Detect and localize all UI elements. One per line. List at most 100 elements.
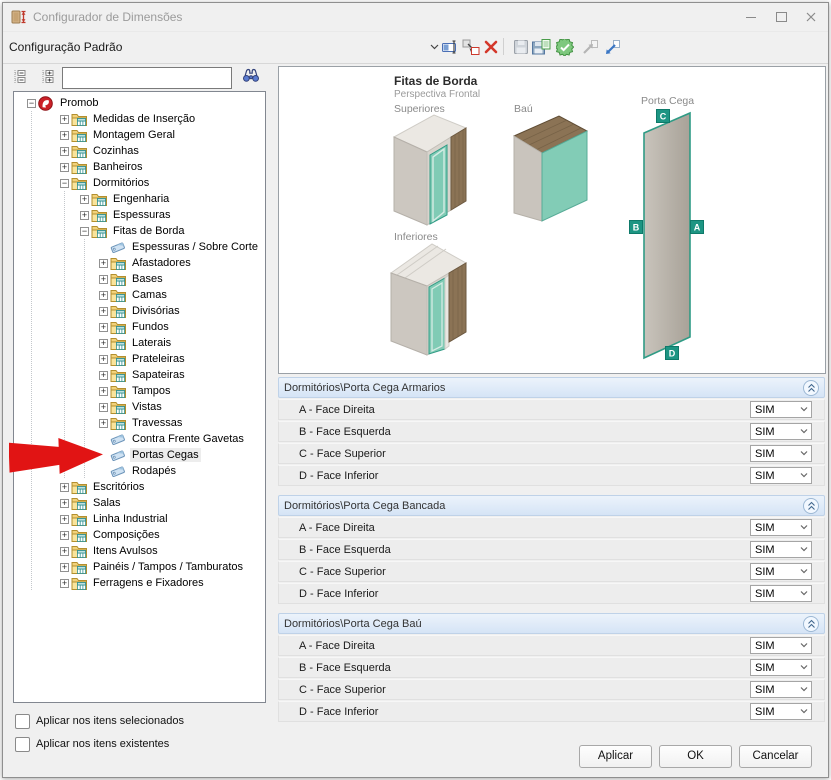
collapse-section-button[interactable] xyxy=(803,616,819,632)
collapse-all-icon[interactable] xyxy=(13,69,27,84)
rename-config-icon[interactable] xyxy=(441,38,460,56)
tree-item-label: Contra Frente Gavetas xyxy=(130,432,246,446)
expand-toggle[interactable]: + xyxy=(99,403,108,412)
tree-item[interactable]: +Tampos xyxy=(14,383,265,399)
expand-toggle[interactable]: + xyxy=(99,307,108,316)
minimize-button[interactable] xyxy=(736,3,766,31)
tree-item[interactable]: +Salas xyxy=(14,495,265,511)
tree-item[interactable]: +Engenharia xyxy=(14,191,265,207)
value-select[interactable]: SIM xyxy=(750,681,812,698)
tree-item[interactable]: +Travessas xyxy=(14,415,265,431)
folder-icon xyxy=(110,304,128,319)
expand-toggle[interactable]: + xyxy=(60,483,69,492)
tree-item[interactable]: +Composições xyxy=(14,527,265,543)
expand-toggle[interactable]: + xyxy=(80,211,89,220)
delete-config-icon[interactable] xyxy=(481,38,500,56)
value-select[interactable]: SIM xyxy=(750,637,812,654)
expand-toggle[interactable]: + xyxy=(60,579,69,588)
tree-item[interactable]: −Dormitórios xyxy=(14,175,265,191)
expand-toggle[interactable]: + xyxy=(60,147,69,156)
ok-button[interactable]: OK xyxy=(659,745,732,768)
tree-item[interactable]: +Vistas xyxy=(14,399,265,415)
tree-item[interactable]: −Fitas de Borda xyxy=(14,223,265,239)
tree-item[interactable]: +Ferragens e Fixadores xyxy=(14,575,265,591)
tree-item[interactable]: +Fundos xyxy=(14,319,265,335)
value-select[interactable]: SIM xyxy=(750,563,812,580)
value-select[interactable]: SIM xyxy=(750,401,812,418)
tree-item[interactable]: −Promob xyxy=(14,95,265,111)
expand-toggle[interactable]: + xyxy=(60,163,69,172)
expand-toggle[interactable]: + xyxy=(60,131,69,140)
arrow-import-icon[interactable] xyxy=(602,38,621,56)
tree-guide-line xyxy=(31,559,32,575)
tree-item[interactable]: +Bases xyxy=(14,271,265,287)
apply-selected-checkbox[interactable] xyxy=(15,714,30,729)
tree-item[interactable]: +Afastadores xyxy=(14,255,265,271)
tree-item[interactable]: +Sapateiras xyxy=(14,367,265,383)
tree-item[interactable]: +Prateleiras xyxy=(14,351,265,367)
expand-toggle[interactable]: + xyxy=(60,115,69,124)
expand-toggle[interactable]: + xyxy=(99,355,108,364)
value-select[interactable]: SIM xyxy=(750,423,812,440)
value-select[interactable]: SIM xyxy=(750,467,812,484)
expand-toggle[interactable]: + xyxy=(99,371,108,380)
tree-item[interactable]: +Montagem Geral xyxy=(14,127,265,143)
tree-item[interactable]: +Escritórios xyxy=(14,479,265,495)
expand-all-icon[interactable] xyxy=(41,69,55,84)
value-select[interactable]: SIM xyxy=(750,519,812,536)
expand-toggle[interactable]: + xyxy=(99,259,108,268)
expand-toggle[interactable]: + xyxy=(60,547,69,556)
binoculars-search-icon[interactable] xyxy=(242,68,260,83)
value-select[interactable]: SIM xyxy=(750,585,812,602)
tree-item[interactable]: +Itens Avulsos xyxy=(14,543,265,559)
annotation-arrow xyxy=(9,436,105,481)
expand-toggle[interactable]: + xyxy=(60,499,69,508)
tree-item[interactable]: +Cozinhas xyxy=(14,143,265,159)
apply-existing-checkbox[interactable] xyxy=(15,737,30,752)
maximize-button[interactable] xyxy=(766,3,796,31)
tree-item[interactable]: +Espessuras xyxy=(14,207,265,223)
tree-guide-line xyxy=(31,415,32,431)
expand-toggle[interactable]: + xyxy=(99,275,108,284)
tree-item[interactable]: +Medidas de Inserção xyxy=(14,111,265,127)
search-input[interactable] xyxy=(62,67,232,89)
tree-item[interactable]: +Divisórias xyxy=(14,303,265,319)
value-select[interactable]: SIM xyxy=(750,445,812,462)
arrow-export-icon[interactable] xyxy=(580,38,599,56)
apply-button[interactable]: Aplicar xyxy=(579,745,652,768)
collapse-toggle[interactable]: − xyxy=(27,99,36,108)
value-select[interactable]: SIM xyxy=(750,659,812,676)
apply-check-icon[interactable] xyxy=(555,38,574,56)
save-icon[interactable] xyxy=(511,38,530,56)
expand-toggle[interactable]: + xyxy=(80,195,89,204)
copy-config-icon[interactable] xyxy=(461,38,480,56)
collapse-toggle[interactable]: − xyxy=(80,227,89,236)
tree-item[interactable]: +Camas xyxy=(14,287,265,303)
tree-item[interactable]: Espessuras / Sobre Corte xyxy=(14,239,265,255)
edge-label-d: D xyxy=(669,349,676,359)
tree-item[interactable]: +Painéis / Tampos / Tamburatos xyxy=(14,559,265,575)
tree-guide-line xyxy=(31,271,32,287)
expand-toggle[interactable]: + xyxy=(99,291,108,300)
close-button[interactable] xyxy=(796,3,826,31)
expand-toggle[interactable]: + xyxy=(99,387,108,396)
chevron-down-icon[interactable] xyxy=(427,40,441,54)
expand-toggle[interactable]: + xyxy=(99,323,108,332)
tree-item[interactable]: +Laterais xyxy=(14,335,265,351)
value-select[interactable]: SIM xyxy=(750,541,812,558)
expand-toggle[interactable]: + xyxy=(99,419,108,428)
collapse-toggle[interactable]: − xyxy=(60,179,69,188)
expand-toggle[interactable]: + xyxy=(99,339,108,348)
collapse-section-button[interactable] xyxy=(803,498,819,514)
cancel-button[interactable]: Cancelar xyxy=(739,745,812,768)
tree-item[interactable]: +Linha Industrial xyxy=(14,511,265,527)
configuration-combo[interactable]: Configuração Padrão xyxy=(3,40,122,54)
tree-item[interactable]: +Banheiros xyxy=(14,159,265,175)
property-row: D - Face InferiorSIM xyxy=(278,701,825,722)
expand-toggle[interactable]: + xyxy=(60,563,69,572)
save-table-icon[interactable] xyxy=(532,38,551,56)
expand-toggle[interactable]: + xyxy=(60,531,69,540)
collapse-section-button[interactable] xyxy=(803,380,819,396)
value-select[interactable]: SIM xyxy=(750,703,812,720)
expand-toggle[interactable]: + xyxy=(60,515,69,524)
